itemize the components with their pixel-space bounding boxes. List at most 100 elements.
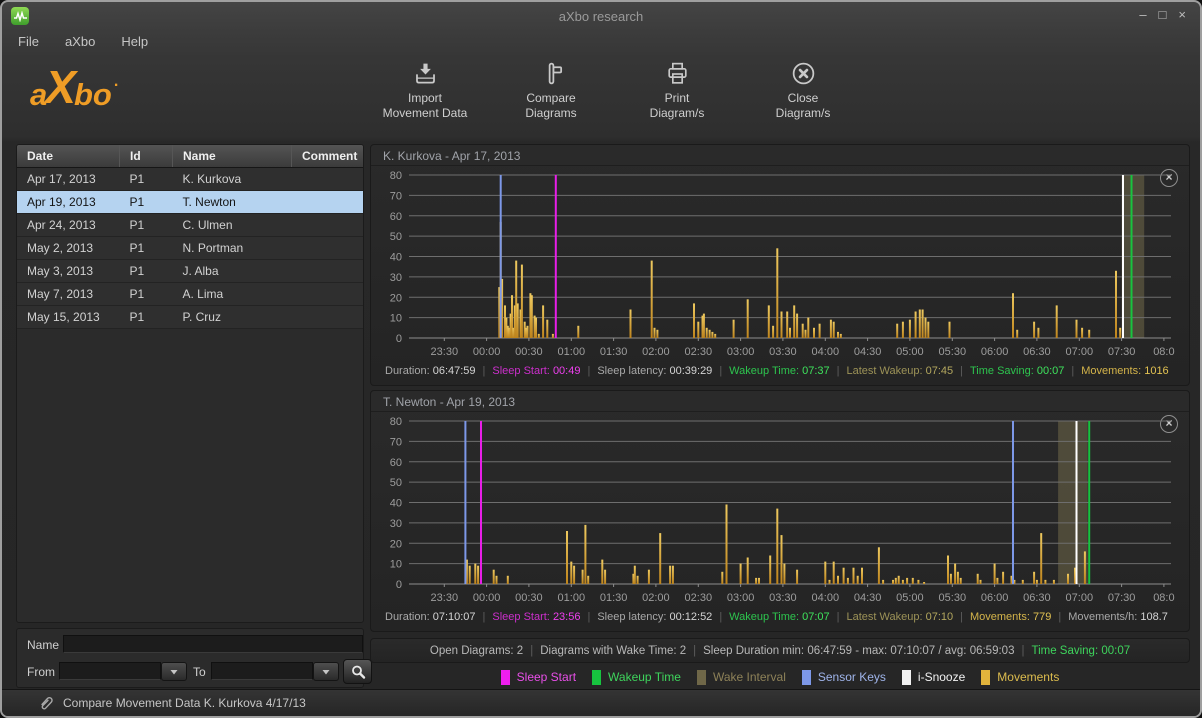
legend-swatch [981,670,990,685]
app-window: aXbo research –□× FileaXboHelp aXbo· Imp… [0,0,1202,718]
table-row[interactable]: Apr 19, 2013P1T. Newton [17,191,363,214]
column-header-name[interactable]: Name [173,145,292,168]
svg-text:01:30: 01:30 [600,592,628,604]
summary-segment: Time Saving: 00:07 [1031,645,1130,657]
close-diagrams-button[interactable]: CloseDiagram/s [740,60,866,121]
to-date-input[interactable] [211,662,313,680]
table-row[interactable]: Apr 24, 2013P1C. Ulmen [17,214,363,237]
table-row[interactable]: May 7, 2013P1A. Lima [17,283,363,306]
svg-text:00:30: 00:30 [515,592,543,604]
svg-text:08:0: 08:0 [1153,592,1174,604]
legend-item-wakeup-time: Wakeup Time [592,670,681,685]
chart-title: T. Newton - Apr 19, 2013 [383,395,515,409]
cell-name: N. Portman [173,237,292,260]
cell-comment [292,237,364,260]
svg-text:05:30: 05:30 [939,592,967,604]
menu-item-axbo[interactable]: aXbo [65,34,95,49]
name-filter-input[interactable] [63,635,363,653]
print-diagrams-button[interactable]: PrintDiagram/s [614,60,740,121]
to-date-dropdown-button[interactable] [313,662,339,681]
svg-text:06:00: 06:00 [981,592,1009,604]
cell-date: Apr 24, 2013 [17,214,120,237]
patients-panel: DateIdNameComment Apr 17, 2013P1K. Kurko… [16,144,364,623]
chart-legend: Sleep Start Wakeup Time Wake Interval Senso… [370,665,1190,689]
menu-item-file[interactable]: File [18,34,39,49]
svg-text:60: 60 [390,457,402,469]
legend-swatch [501,670,510,685]
toolbar-button-label: CompareDiagrams [525,91,576,121]
legend-item-sleep-start: Sleep Start [501,670,576,685]
movement-chart: 0102030405060708023:3000:0000:3001:0001:… [379,415,1183,607]
legend-label: Sleep Start [517,670,576,684]
from-date-input[interactable] [59,662,161,680]
from-date-dropdown-button[interactable] [161,662,187,681]
cell-id: P1 [120,237,173,260]
magnifier-icon [349,664,367,680]
svg-text:03:00: 03:00 [727,346,755,358]
svg-text:04:30: 04:30 [854,346,882,358]
close-button[interactable]: × [1178,8,1186,22]
table-row[interactable]: May 3, 2013P1J. Alba [17,260,363,283]
maximize-button[interactable]: □ [1159,8,1167,22]
table-row[interactable]: May 15, 2013P1P. Cruz [17,306,363,329]
table-row[interactable]: May 2, 2013P1N. Portman [17,237,363,260]
axbo-logo: aXbo· [30,64,119,110]
svg-text:07:00: 07:00 [1066,346,1094,358]
chevron-down-icon [168,667,180,677]
column-header-date[interactable]: Date [17,145,120,168]
summary-segment: Diagrams with Wake Time: 2 [540,645,686,657]
stat-duration: Duration: 07:10:07 [385,611,476,623]
legend-label: Wakeup Time [608,670,681,684]
cell-name: P. Cruz [173,306,292,329]
column-header-comment[interactable]: Comment [292,145,364,168]
close-circle-icon [790,60,817,87]
search-button[interactable] [343,659,372,684]
svg-text:08:0: 08:0 [1153,346,1174,358]
summary-bar: Open Diagrams: 2|Diagrams with Wake Time… [370,638,1190,663]
cell-comment [292,214,364,237]
compare-diagrams-button[interactable]: CompareDiagrams [488,60,614,121]
menu-item-help[interactable]: Help [121,34,148,49]
svg-text:70: 70 [390,436,402,448]
legend-item-i-snooze: i-Snooze [902,670,965,685]
cell-comment [292,260,364,283]
svg-text:10: 10 [390,559,402,571]
svg-text:06:00: 06:00 [981,346,1009,358]
cell-id: P1 [120,260,173,283]
summary-segment: Sleep Duration min: 06:47:59 - max: 07:1… [703,645,1014,657]
svg-text:02:30: 02:30 [685,346,713,358]
cell-date: May 3, 2013 [17,260,120,283]
import-icon [412,60,439,87]
svg-text:0: 0 [396,333,402,345]
svg-text:01:30: 01:30 [600,346,628,358]
print-icon [664,60,691,87]
stat-movements: Movements: 779 [970,611,1051,623]
svg-text:07:30: 07:30 [1108,346,1136,358]
svg-text:23:30: 23:30 [431,592,459,604]
svg-text:03:30: 03:30 [769,592,797,604]
stat-latest-wakeup: Latest Wakeup: 07:45 [847,365,954,377]
legend-swatch [592,670,601,685]
chart-panel-1: K. Kurkova - Apr 17, 2013×01020304050607… [370,144,1190,386]
svg-text:20: 20 [390,292,402,304]
svg-text:60: 60 [390,211,402,223]
stat-sleep-latency: Sleep latency: 00:39:29 [597,365,712,377]
stat-latest-wakeup: Latest Wakeup: 07:10 [847,611,954,623]
minimize-button[interactable]: – [1139,8,1146,22]
chart-header: T. Newton - Apr 19, 2013 [371,391,1189,412]
legend-item-sensor-keys: Sensor Keys [802,670,886,685]
svg-text:05:30: 05:30 [939,346,967,358]
legend-item-movements: Movements [981,670,1059,685]
svg-text:03:30: 03:30 [769,346,797,358]
cell-name: T. Newton [173,191,292,214]
column-header-id[interactable]: Id [120,145,173,168]
cell-date: Apr 19, 2013 [17,191,120,214]
import-movement-data-button[interactable]: ImportMovement Data [362,60,488,121]
svg-text:0: 0 [396,579,402,591]
legend-item-wake-interval: Wake Interval [697,670,786,685]
cell-name: J. Alba [173,260,292,283]
table-row[interactable]: Apr 17, 2013P1K. Kurkova [17,168,363,191]
svg-text:30: 30 [390,272,402,284]
cell-id: P1 [120,191,173,214]
cell-comment [292,306,364,329]
